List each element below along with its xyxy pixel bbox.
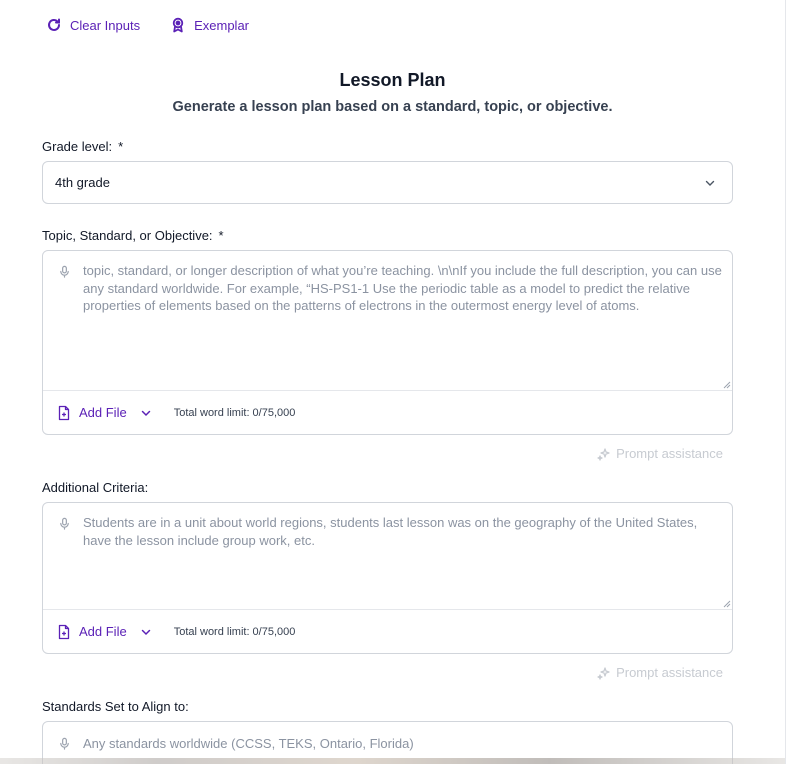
add-file-label: Add File	[79, 405, 127, 420]
standards-placeholder: Any standards worldwide (CCSS, TEKS, Ont…	[83, 736, 414, 751]
chevron-down-icon[interactable]	[140, 407, 152, 419]
award-icon	[172, 17, 184, 33]
criteria-input-box: Students are in a unit about world regio…	[42, 502, 733, 654]
required-marker: *	[118, 139, 124, 154]
chevron-down-icon	[705, 180, 715, 186]
microphone-icon[interactable]	[58, 737, 71, 750]
prompt-assistance-label: Prompt assistance	[616, 446, 723, 461]
page-subtitle: Generate a lesson plan based on a standa…	[172, 99, 613, 115]
resize-handle[interactable]	[723, 381, 731, 389]
exemplar-button[interactable]: Exemplar	[170, 17, 249, 33]
chevron-down-icon[interactable]	[140, 626, 152, 638]
grade-level-label-text: Grade level:	[42, 139, 113, 154]
resize-handle[interactable]	[723, 600, 731, 608]
criteria-label-text: Additional Criteria:	[42, 480, 149, 495]
required-marker: *	[218, 228, 224, 243]
topic-label: Topic, Standard, or Objective: *	[42, 228, 224, 243]
word-limit: Total word limit: 0/75,000	[173, 625, 296, 638]
refresh-icon	[48, 18, 60, 31]
topic-file-row: Add File Total word limit: 0/75,000	[43, 391, 732, 434]
prompt-assistance-label: Prompt assistance	[616, 665, 723, 680]
add-file-label: Add File	[79, 624, 127, 639]
lesson-plan-form: Clear Inputs Exemplar Lesson Plan Genera…	[0, 0, 786, 764]
topic-textarea[interactable]: topic, standard, or longer description o…	[43, 251, 732, 391]
prompt-assistance-button[interactable]: Prompt assistance	[597, 446, 723, 461]
microphone-icon[interactable]	[58, 517, 71, 530]
file-plus-icon	[58, 405, 70, 420]
sparkle-icon	[597, 666, 610, 680]
criteria-label: Additional Criteria:	[42, 480, 148, 495]
microphone-icon[interactable]	[58, 265, 71, 278]
criteria-textarea[interactable]: Students are in a unit about world regio…	[43, 503, 732, 610]
clear-inputs-button[interactable]: Clear Inputs	[46, 17, 140, 33]
exemplar-label: Exemplar	[194, 17, 250, 33]
standards-label: Standards Set to Align to:	[42, 699, 189, 714]
topic-placeholder: topic, standard, or longer description o…	[83, 263, 722, 313]
standards-label-text: Standards Set to Align to:	[42, 699, 189, 714]
file-plus-icon	[58, 624, 70, 639]
grade-level-label: Grade level: *	[42, 139, 123, 154]
word-limit: Total word limit: 0/75,000	[173, 406, 296, 419]
grade-level-value: 4th grade	[55, 175, 110, 190]
topic-input-box: topic, standard, or longer description o…	[42, 250, 733, 435]
add-file-button[interactable]: Add File	[56, 624, 152, 640]
sparkle-icon	[597, 447, 610, 461]
add-file-button[interactable]: Add File	[56, 405, 152, 421]
criteria-placeholder: Students are in a unit about world regio…	[83, 515, 698, 548]
bottom-edge-strip	[0, 758, 785, 764]
criteria-file-row: Add File Total word limit: 0/75,000	[43, 610, 732, 653]
page-title: Lesson Plan	[339, 70, 446, 90]
grade-level-select[interactable]: 4th grade	[42, 161, 733, 204]
clear-inputs-label: Clear Inputs	[70, 17, 141, 33]
prompt-assistance-button[interactable]: Prompt assistance	[597, 665, 723, 680]
topic-label-text: Topic, Standard, or Objective:	[42, 228, 213, 243]
top-toolbar: Clear Inputs Exemplar	[46, 15, 249, 35]
